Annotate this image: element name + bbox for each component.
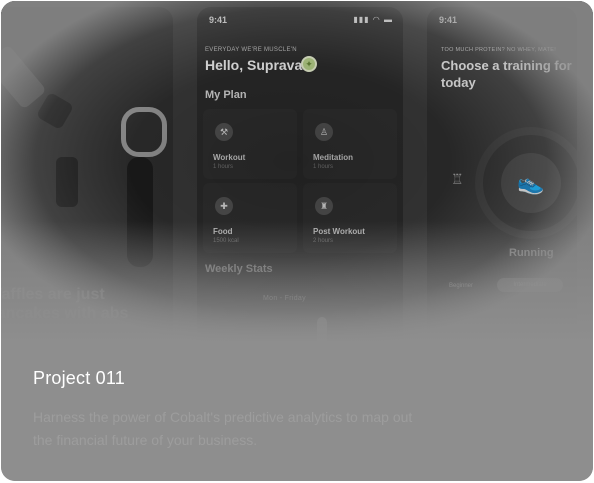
project-title[interactable]: Project 011 [33,368,125,389]
activity-selector[interactable]: 👟 [483,135,577,231]
food-icon: ✚ [215,197,233,215]
project-card-body: Project 011 Harness the power of Cobalt'… [1,344,593,481]
tile-post-workout[interactable]: ♜ Post Workout 2 hours [303,183,397,253]
dumbbell-image [1,44,47,110]
project-hero-image: Waffles are just pancakes with abs 9:41 … [1,1,593,344]
tagline: EVERYDAY WE'RE MUSCLE'N [205,47,297,53]
greeting: Hello, Suprava [205,57,303,73]
training-heading: Choose a training for today [441,58,572,90]
tile-sub: 1500 kcal [213,238,239,244]
right-phone-mockup: 9:41 TOO MUCH PROTEIN? NO WHEY, MATE! Ch… [427,7,577,344]
project-card[interactable]: Waffles are just pancakes with abs 9:41 … [1,1,593,481]
post-workout-icon: ♜ [315,197,333,215]
dumbbell-head-image [35,91,75,131]
tile-label: Food [213,227,233,236]
meditation-icon: ♙ [315,123,333,141]
tagline: TOO MUCH PROTEIN? NO WHEY, MATE! [441,47,557,53]
level-beginner[interactable]: Beginner [449,283,473,289]
project-description: Harness the power of Cobalt's predictive… [33,409,413,448]
center-phone-mockup: 9:41 ▮▮▮ ◠ ▬ EVERYDAY WE'RE MUSCLE'N Hel… [197,7,403,344]
tile-workout[interactable]: ⚒ Workout 1 hours [203,109,297,179]
status-time: 9:41 [439,15,458,25]
kettlebell-icon[interactable]: ♖ [451,171,464,188]
tile-meditation[interactable]: ♙ Meditation 1 hours [303,109,397,179]
tile-label: Meditation [313,153,353,162]
stats-title: Weekly Stats [205,263,273,275]
activity-label: Running [509,247,554,259]
dumbbell-icon: ⚒ [215,123,233,141]
tile-sub: 1 hours [213,164,234,170]
sneaker-icon: 👟 [501,153,561,213]
medal-icon: ✦ [301,56,317,72]
stats-subtitle: Mon - Friday [263,295,306,302]
tile-label: Post Workout [313,227,365,236]
tile-sub: 1 hours [313,164,334,170]
status-icons: ▮▮▮ ◠ ▬ [353,15,393,24]
tile-food[interactable]: ✚ Food 1500 kcal [203,183,297,253]
tile-label: Workout [213,153,246,162]
left-headline: Waffles are just pancakes with abs [1,286,129,322]
plan-title: My Plan [205,89,247,101]
supplement-bottle-image [56,157,78,207]
status-time: 9:41 [209,15,228,25]
stats-bar [317,317,327,344]
tile-sub: 2 hours [313,238,334,244]
hand-grip-ring-image [121,107,167,157]
level-intermediate[interactable]: Intermediate [497,278,563,292]
left-promo-panel: Waffles are just pancakes with abs [1,7,173,344]
hand-grip-handle-image [127,157,153,267]
